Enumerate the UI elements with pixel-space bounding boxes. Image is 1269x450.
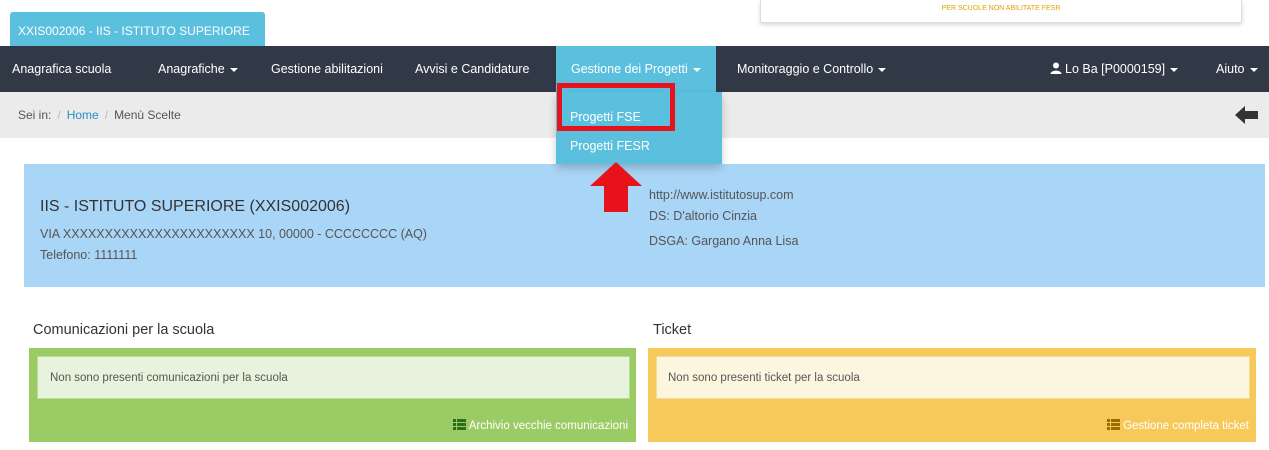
school-address: VIA XXXXXXXXXXXXXXXXXXXXXXX 10, 00000 - … bbox=[40, 227, 427, 241]
school-dsga: DSGA: Gargano Anna Lisa bbox=[649, 234, 799, 248]
nav-label: Gestione dei Progetti bbox=[571, 62, 688, 76]
pointer-arrow-icon bbox=[590, 162, 642, 212]
notice-banner: PER SCUOLE NON ABILITATE FESR bbox=[760, 0, 1242, 23]
ticket-message: Non sono presenti ticket per la scuola bbox=[668, 372, 860, 384]
school-info-panel bbox=[24, 164, 1265, 287]
ticket-management-link[interactable]: Gestione completa ticket bbox=[1107, 419, 1249, 432]
breadcrumb-home-link[interactable]: Home bbox=[67, 108, 99, 122]
ticket-link-label: Gestione completa ticket bbox=[1123, 420, 1249, 432]
breadcrumb-prefix: Sei in: bbox=[18, 108, 52, 122]
user-icon bbox=[1050, 62, 1062, 74]
communications-archive-link[interactable]: Archivio vecchie comunicazioni bbox=[452, 419, 628, 432]
menu-item-progetti-fesr[interactable]: Progetti FESR bbox=[570, 139, 650, 153]
school-tab[interactable]: XXIS002006 - IIS - ISTITUTO SUPERIORE bbox=[10, 12, 265, 46]
nav-label: Gestione abilitazioni bbox=[271, 62, 383, 76]
school-name: IIS - ISTITUTO SUPERIORE (XXIS002006) bbox=[40, 198, 351, 215]
caret-down-icon bbox=[1249, 67, 1258, 72]
nav-label: Anagrafica scuola bbox=[12, 62, 112, 76]
nav-label: Avvisi e Candidature bbox=[415, 62, 530, 76]
breadcrumb-current: Menù Scelte bbox=[114, 108, 181, 122]
nav-monitoraggio[interactable]: Monitoraggio e Controllo bbox=[737, 46, 887, 92]
nav-avvisi-candidature[interactable]: Avvisi e Candidature bbox=[415, 46, 529, 92]
caret-down-icon bbox=[1170, 67, 1179, 72]
nav-label: Anagrafiche bbox=[158, 62, 225, 76]
nav-help[interactable]: Aiuto bbox=[1216, 46, 1258, 92]
nav-gestione-abilitazioni[interactable]: Gestione abilitazioni bbox=[271, 46, 383, 92]
nav-user-menu[interactable]: Lo Ba [P0000159] bbox=[1050, 46, 1179, 92]
breadcrumb: Sei in: / Home / Menù Scelte bbox=[18, 108, 181, 122]
user-label: Lo Ba [P0000159] bbox=[1065, 62, 1166, 76]
caret-down-icon bbox=[692, 67, 701, 72]
nav-anagrafiche[interactable]: Anagrafiche bbox=[158, 46, 238, 92]
caret-down-icon bbox=[229, 67, 238, 72]
communications-title: Comunicazioni per la scuola bbox=[33, 322, 215, 338]
nav-label: Monitoraggio e Controllo bbox=[737, 62, 874, 76]
highlight-box bbox=[557, 83, 675, 131]
communications-message: Non sono presenti comunicazioni per la s… bbox=[50, 372, 288, 384]
help-label: Aiuto bbox=[1216, 62, 1245, 76]
caret-down-icon bbox=[878, 67, 887, 72]
back-arrow-icon[interactable] bbox=[1235, 105, 1259, 125]
list-icon bbox=[452, 419, 466, 430]
nav-anagrafica-scuola[interactable]: Anagrafica scuola bbox=[12, 46, 111, 92]
list-icon bbox=[1107, 419, 1121, 430]
school-website: http://www.istitutosup.com bbox=[649, 188, 794, 202]
school-ds: DS: D'altorio Cinzia bbox=[649, 209, 757, 223]
ticket-title: Ticket bbox=[653, 322, 692, 338]
archive-link-label: Archivio vecchie comunicazioni bbox=[468, 420, 628, 432]
school-phone: Telefono: 1111111 bbox=[40, 248, 138, 262]
